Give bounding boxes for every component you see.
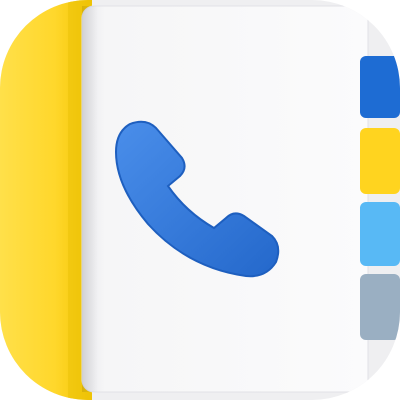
tab-light-blue bbox=[360, 202, 400, 266]
tab-gray bbox=[360, 274, 400, 340]
phone-book-app-icon[interactable] bbox=[0, 0, 400, 400]
tab-yellow bbox=[360, 128, 400, 194]
tab-blue bbox=[360, 56, 400, 118]
book-page bbox=[81, 5, 369, 393]
